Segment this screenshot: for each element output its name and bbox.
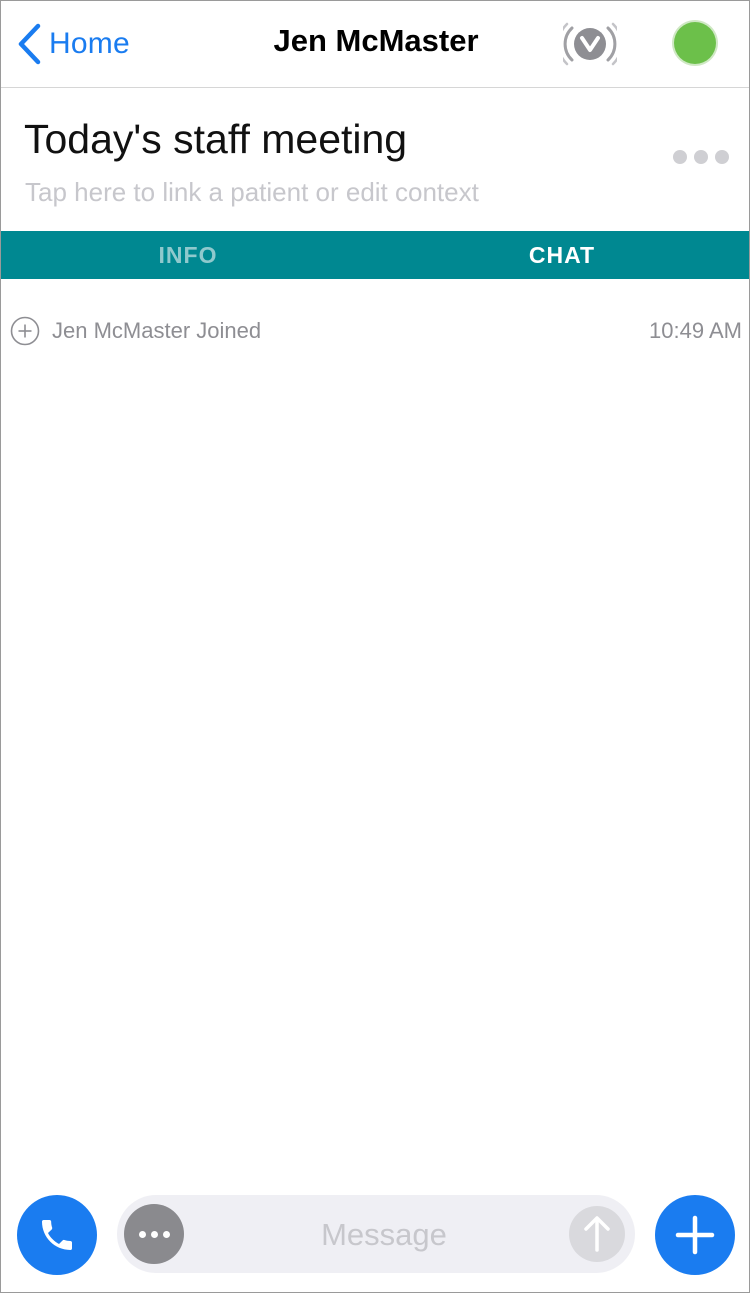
send-button[interactable] [569, 1206, 625, 1262]
add-button[interactable] [655, 1195, 735, 1275]
chat-area[interactable]: Jen McMaster Joined 10:49 AM [1, 279, 749, 1179]
event-timestamp: 10:49 AM [649, 318, 742, 343]
conversation-context[interactable]: Today's staff meeting Tap here to link a… [1, 88, 749, 231]
vocera-broadcast-icon[interactable] [557, 19, 623, 69]
tab-info[interactable]: INFO [1, 231, 375, 279]
status-indicator[interactable] [674, 22, 716, 64]
ellipsis-dot [150, 1230, 158, 1238]
page-title: Jen McMaster [273, 23, 479, 58]
ellipsis-dot [694, 150, 708, 164]
conversation-title: Today's staff meeting [24, 116, 408, 162]
plus-icon [675, 1215, 715, 1255]
list-item: Jen McMaster Joined 10:49 AM [10, 315, 742, 347]
tab-chat[interactable]: CHAT [375, 231, 749, 279]
phone-icon [42, 1220, 72, 1250]
ellipsis-dot [673, 150, 687, 164]
message-input[interactable] [197, 1209, 571, 1261]
back-label: Home [49, 27, 130, 60]
navigation-bar: Home Jen McMaster [1, 1, 749, 88]
ellipsis-dot [138, 1230, 146, 1238]
message-box [117, 1195, 635, 1273]
back-button[interactable]: Home [17, 21, 130, 67]
ellipsis-dot [162, 1230, 170, 1238]
message-composer [1, 1179, 749, 1292]
context-hint[interactable]: Tap here to link a patient or edit conte… [25, 177, 479, 208]
call-button[interactable] [17, 1195, 97, 1275]
arrow-up-icon [584, 1216, 610, 1252]
app-frame: Home Jen McMaster Today's staff meeting … [0, 0, 750, 1293]
tab-bar: INFO CHAT [1, 231, 749, 279]
message-options-button[interactable] [124, 1204, 184, 1264]
more-options-button[interactable] [673, 150, 729, 164]
plus-circle-icon [10, 316, 40, 346]
event-text: Jen McMaster Joined [52, 318, 262, 343]
ellipsis-dot [715, 150, 729, 164]
chevron-left-icon [18, 23, 41, 65]
